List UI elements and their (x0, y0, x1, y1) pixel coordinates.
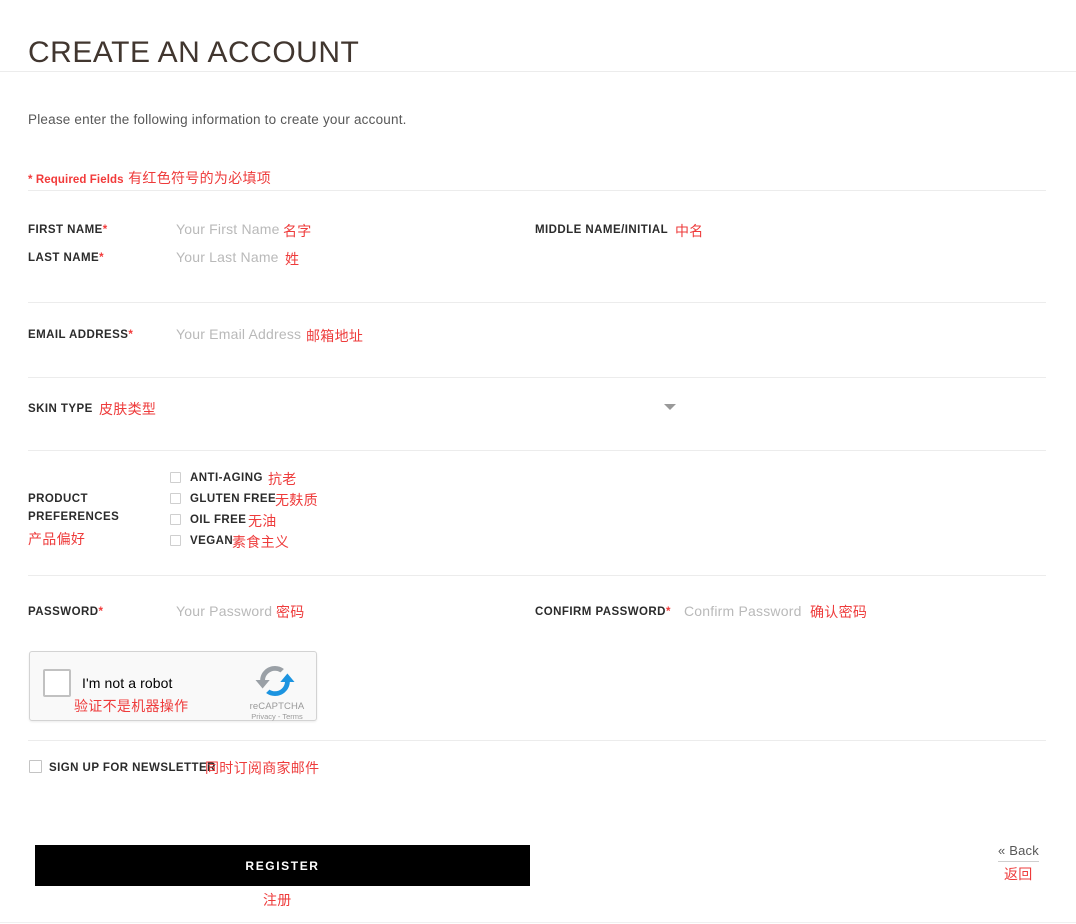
product-preferences-label-cn: 产品偏好 (28, 531, 86, 547)
divider-after-email (28, 377, 1046, 378)
divider-after-name-fields (28, 302, 1046, 303)
page-title: CREATE AN ACCOUNT (28, 36, 360, 70)
checkbox-vegan-label[interactable]: VEGAN (190, 535, 233, 547)
confirm-password-label-cn: 确认密码 (810, 604, 868, 620)
register-button[interactable]: REGISTER (35, 845, 530, 886)
email-label-text: EMAIL ADDRESS (28, 329, 129, 341)
first-name-label: FIRST NAME* (28, 224, 108, 236)
skin-type-label: SKIN TYPE (28, 403, 93, 415)
product-preferences-label-line2: PREFERENCES (28, 511, 120, 523)
checkbox-newsletter-label-cn: 同时订阅商家邮件 (205, 760, 320, 776)
required-fields-note: * Required Fields 有红色符号的为必填项 (28, 170, 271, 188)
password-input[interactable]: Your Password (176, 603, 272, 619)
middle-name-label: MIDDLE NAME/INITIAL (535, 224, 668, 236)
password-required-asterisk: * (98, 606, 104, 618)
checkbox-gluten-free-label[interactable]: GLUTEN FREE (190, 493, 276, 505)
recaptcha-widget[interactable]: I'm not a robot 验证不是机器操作 reCAPTCHA Priva… (29, 651, 317, 721)
last-name-label-cn: 姓 (285, 251, 300, 267)
checkbox-gluten-free-label-cn: 无麸质 (275, 492, 318, 508)
required-fields-label-cn: 有红色符号的为必填项 (128, 170, 272, 186)
back-link[interactable]: « Back (998, 843, 1039, 862)
divider-after-required-note (28, 190, 1046, 191)
last-name-required-asterisk: * (99, 252, 105, 264)
divider-after-recaptcha (28, 740, 1046, 741)
recaptcha-brand-label: reCAPTCHA (249, 701, 305, 712)
first-name-label-text: FIRST NAME (28, 224, 103, 236)
checkbox-oil-free-label[interactable]: OIL FREE (190, 514, 246, 526)
header-divider (0, 71, 1076, 72)
checkbox-newsletter-label[interactable]: SIGN UP FOR NEWSLETTER (49, 762, 216, 774)
intro-text: Please enter the following information t… (28, 112, 407, 127)
email-required-asterisk: * (128, 329, 134, 341)
recaptcha-legal-links[interactable]: Privacy - Terms (246, 712, 308, 721)
checkbox-anti-aging[interactable] (170, 472, 181, 483)
email-input[interactable]: Your Email Address (176, 326, 301, 342)
checkbox-vegan[interactable] (170, 535, 181, 546)
checkbox-anti-aging-label-cn: 抗老 (268, 471, 297, 487)
checkbox-oil-free[interactable] (170, 514, 181, 525)
checkbox-anti-aging-label[interactable]: ANTI-AGING (190, 472, 263, 484)
first-name-input[interactable]: Your First Name (176, 221, 280, 237)
recaptcha-checkbox[interactable] (43, 669, 71, 697)
create-account-page: CREATE AN ACCOUNT Please enter the follo… (0, 0, 1076, 924)
product-preferences-label-line1: PRODUCT (28, 493, 89, 505)
checkbox-newsletter[interactable] (29, 760, 42, 773)
divider-after-preferences (28, 575, 1046, 576)
last-name-input[interactable]: Your Last Name (176, 249, 279, 265)
skin-type-label-text: SKIN TYPE (28, 403, 93, 415)
confirm-password-input[interactable]: Confirm Password (684, 603, 802, 619)
chevron-down-icon[interactable] (664, 404, 676, 410)
password-label: PASSWORD* (28, 606, 103, 618)
checkbox-gluten-free[interactable] (170, 493, 181, 504)
recaptcha-icon (254, 660, 296, 702)
password-label-text: PASSWORD (28, 606, 99, 618)
email-label-cn: 邮箱地址 (306, 328, 364, 344)
middle-name-label-text: MIDDLE NAME/INITIAL (535, 224, 669, 236)
back-link-label-cn: 返回 (1004, 866, 1033, 882)
first-name-required-asterisk: * (102, 224, 108, 236)
skin-type-label-cn: 皮肤类型 (99, 401, 157, 417)
last-name-label: LAST NAME* (28, 252, 104, 264)
recaptcha-label: I'm not a robot (82, 675, 173, 691)
checkbox-vegan-label-cn: 素食主义 (232, 534, 290, 550)
confirm-password-required-asterisk: * (665, 606, 671, 618)
confirm-password-label-text: CONFIRM PASSWORD (535, 606, 666, 618)
password-label-cn: 密码 (276, 604, 305, 620)
email-label: EMAIL ADDRESS* (28, 329, 133, 341)
bottom-divider (0, 922, 1076, 923)
checkbox-oil-free-label-cn: 无油 (248, 513, 277, 529)
first-name-label-cn: 名字 (283, 223, 312, 239)
register-button-label-cn: 注册 (263, 892, 292, 908)
confirm-password-label: CONFIRM PASSWORD* (535, 606, 671, 618)
last-name-label-text: LAST NAME (28, 252, 100, 264)
required-fields-label: * Required Fields (28, 174, 124, 186)
recaptcha-label-cn: 验证不是机器操作 (74, 698, 189, 714)
divider-after-skin-type (28, 450, 1046, 451)
middle-name-label-cn: 中名 (675, 223, 704, 239)
